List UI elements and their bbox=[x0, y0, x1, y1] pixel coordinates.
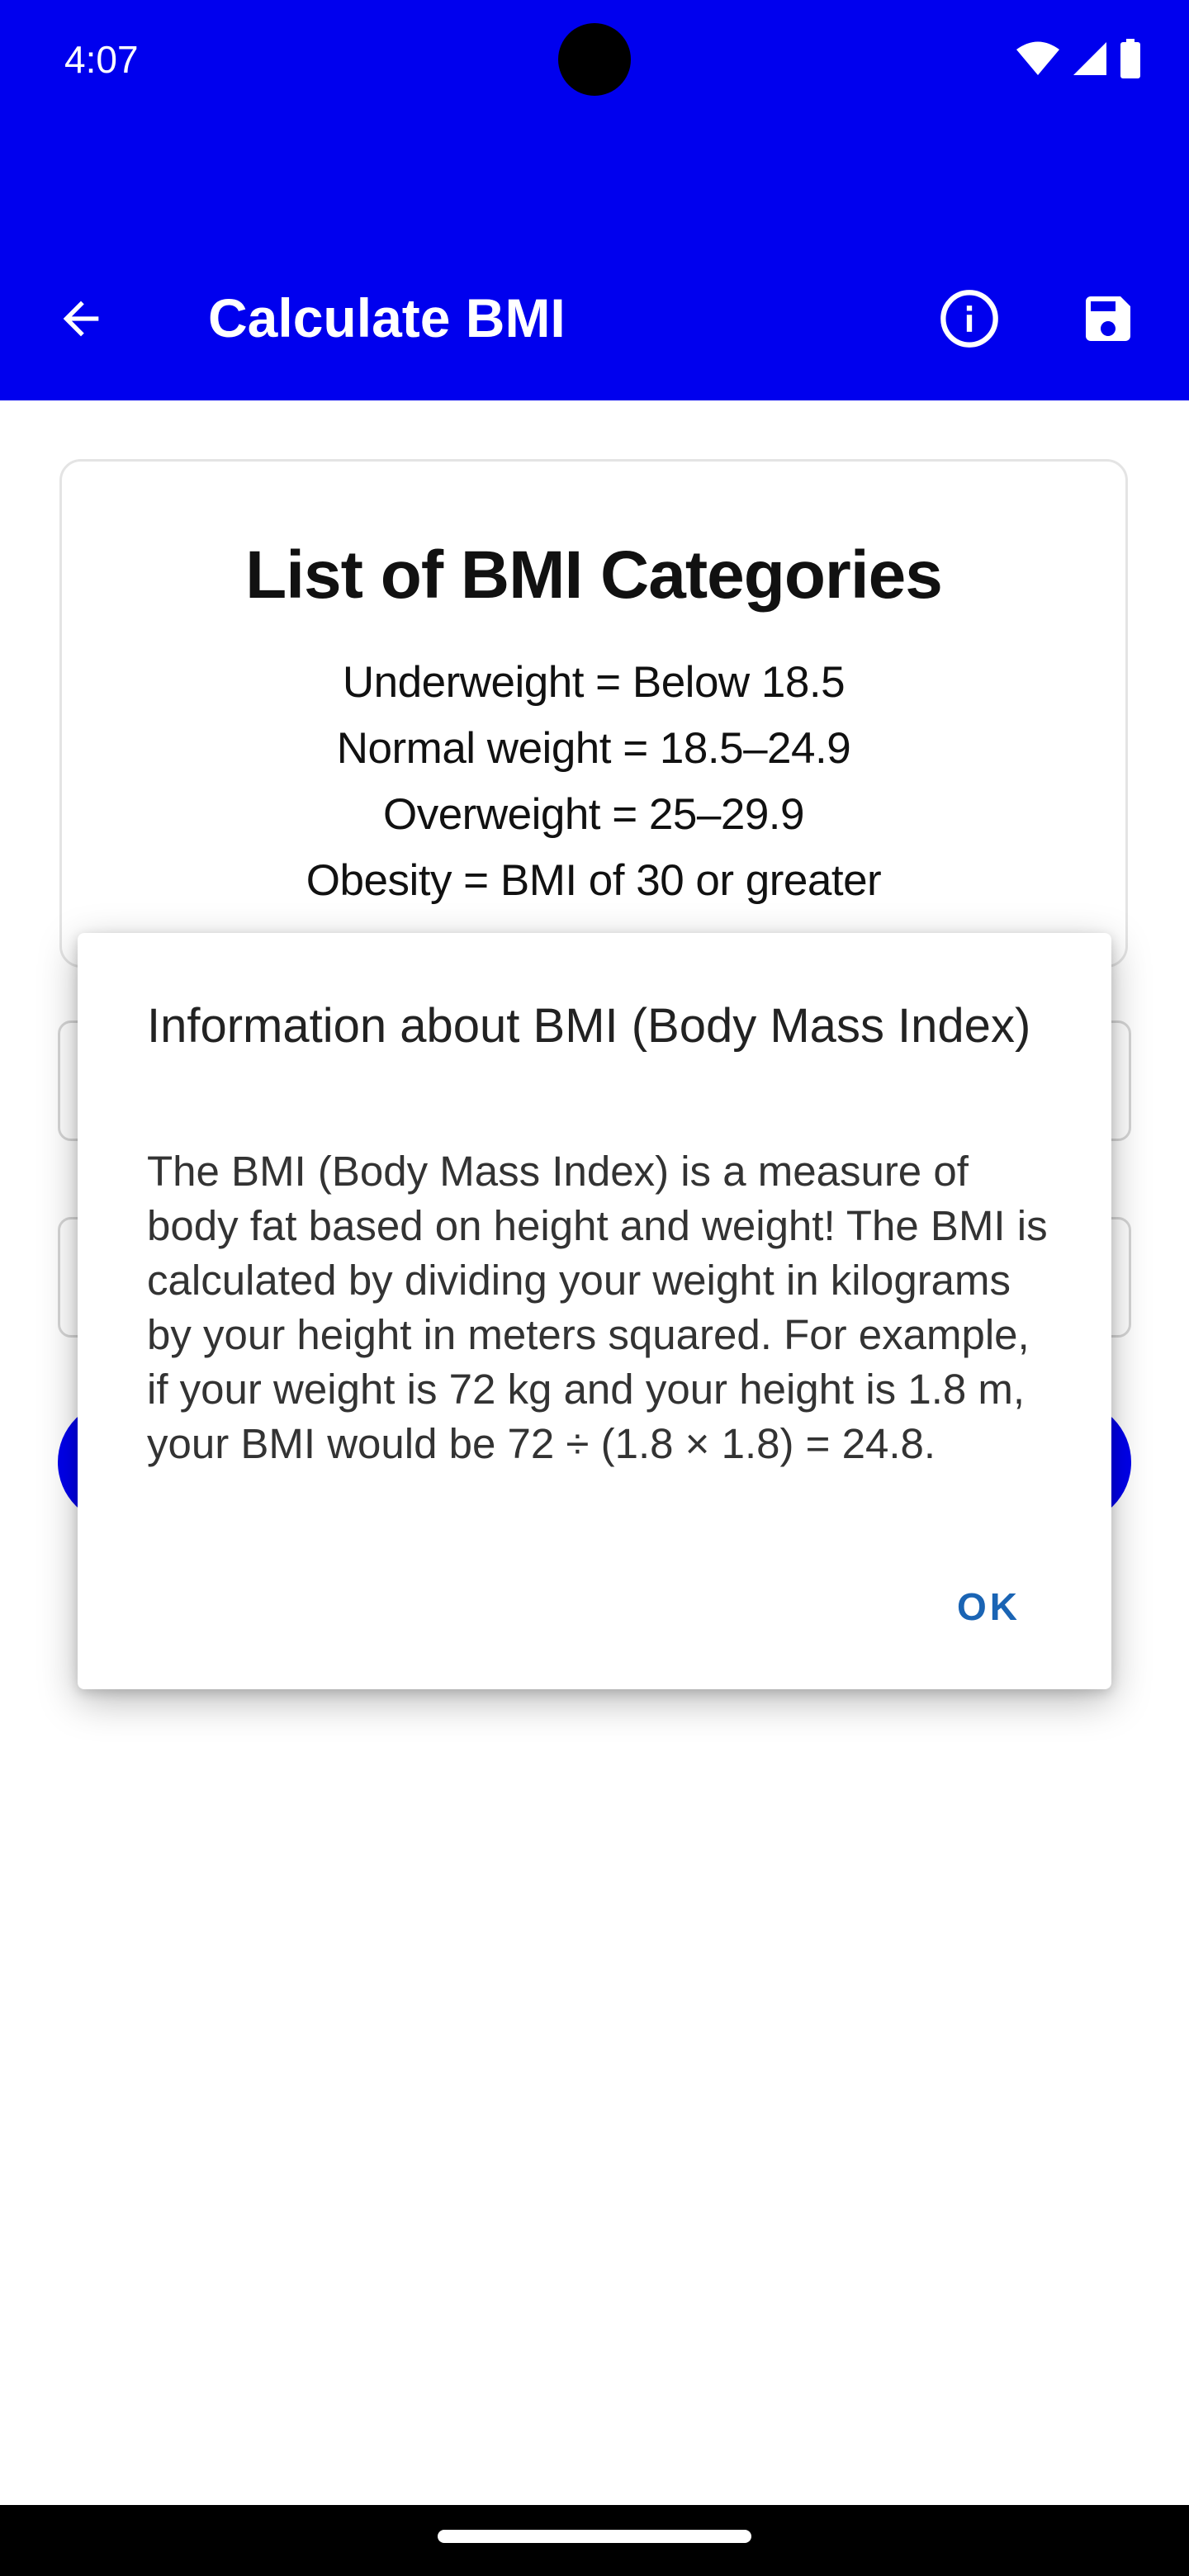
back-button[interactable] bbox=[41, 279, 121, 358]
status-time: 4:07 bbox=[64, 38, 139, 81]
category-underweight: Underweight = Below 18.5 bbox=[342, 658, 846, 707]
card-title: List of BMI Categories bbox=[245, 537, 943, 613]
save-icon bbox=[1086, 296, 1130, 341]
category-normal: Normal weight = 18.5–24.9 bbox=[336, 724, 851, 773]
camera-cutout bbox=[558, 23, 631, 96]
info-button[interactable] bbox=[930, 279, 1009, 358]
navigation-bar bbox=[0, 2505, 1189, 2576]
info-dialog: Information about BMI (Body Mass Index) … bbox=[78, 933, 1111, 1689]
category-overweight: Overweight = 25–29.9 bbox=[382, 790, 805, 839]
bmi-categories-card: List of BMI Categories Underweight = Bel… bbox=[59, 459, 1128, 968]
info-icon bbox=[940, 290, 998, 348]
dialog-title: Information about BMI (Body Mass Index) bbox=[147, 999, 1031, 1053]
status-bar: 4:07 bbox=[0, 0, 1189, 120]
page-title: Calculate BMI bbox=[208, 287, 566, 348]
wifi-icon bbox=[1016, 41, 1059, 75]
cellular-signal-icon bbox=[1073, 42, 1106, 75]
status-icons bbox=[1016, 36, 1141, 81]
ok-button[interactable]: OK bbox=[957, 1584, 1021, 1630]
category-list: Underweight = Below 18.5 Normal weight =… bbox=[62, 650, 1125, 914]
app-bar bbox=[0, 120, 1189, 400]
home-gesture-handle[interactable] bbox=[438, 2530, 751, 2543]
category-obesity: Obesity = BMI of 30 or greater bbox=[306, 856, 882, 905]
back-arrow-icon bbox=[63, 301, 99, 337]
battery-icon bbox=[1120, 39, 1140, 78]
save-button[interactable] bbox=[1068, 279, 1148, 358]
dialog-body: The BMI (Body Mass Index) is a measure o… bbox=[147, 1148, 1048, 1467]
